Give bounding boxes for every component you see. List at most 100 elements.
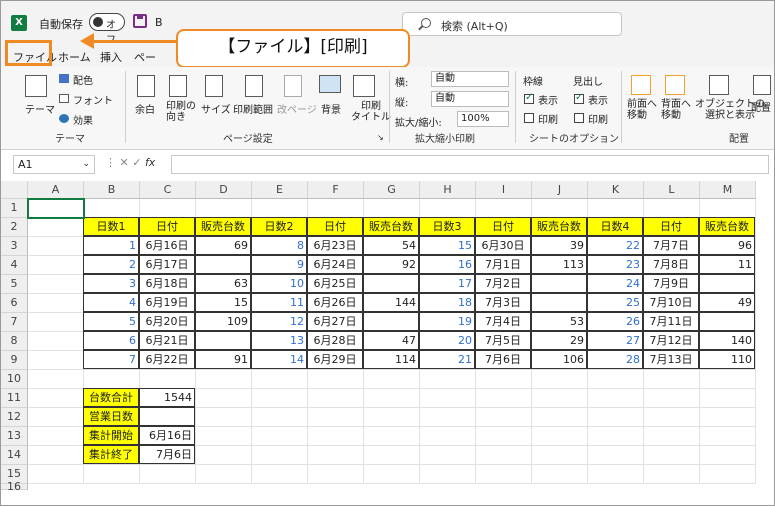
table-header-cell[interactable]: 日数1 <box>83 217 139 236</box>
row-header-1[interactable]: 1 <box>1 199 28 218</box>
table-cell[interactable] <box>195 331 251 350</box>
cell[interactable] <box>700 389 756 408</box>
summary-value[interactable]: 1544 <box>139 388 195 407</box>
column-header-i[interactable]: I <box>476 181 532 199</box>
scale-stepper[interactable]: 100% <box>457 111 509 127</box>
table-cell[interactable]: 53 <box>531 312 587 331</box>
table-header-cell[interactable]: 日付 <box>307 217 363 236</box>
table-cell[interactable]: 47 <box>363 331 419 350</box>
print-area-button[interactable]: 印刷範囲 <box>233 101 273 116</box>
table-cell[interactable]: 6月29日 <box>307 350 363 369</box>
table-cell[interactable]: 7月7日 <box>643 236 699 255</box>
print-titles-button[interactable]: 印刷 タイトル <box>351 101 391 123</box>
table-cell[interactable] <box>699 274 755 293</box>
table-cell[interactable]: 7月3日 <box>475 293 531 312</box>
table-cell[interactable]: 21 <box>419 350 475 369</box>
column-header-m[interactable]: M <box>700 181 756 199</box>
send-backward-button[interactable]: 背面へ 移動 <box>661 99 691 121</box>
table-cell[interactable]: 6月18日 <box>139 274 195 293</box>
row-header-12[interactable]: 12 <box>1 408 28 427</box>
table-cell[interactable]: 10 <box>251 274 307 293</box>
column-header-g[interactable]: G <box>364 181 420 199</box>
table-cell[interactable]: 6月28日 <box>307 331 363 350</box>
table-cell[interactable]: 6月21日 <box>139 331 195 350</box>
table-cell[interactable] <box>363 274 419 293</box>
table-cell[interactable] <box>699 312 755 331</box>
table-header-cell[interactable]: 日数3 <box>419 217 475 236</box>
table-cell[interactable]: 7月9日 <box>643 274 699 293</box>
table-cell[interactable]: 14 <box>251 350 307 369</box>
cell[interactable] <box>588 427 644 446</box>
table-cell[interactable]: 7月2日 <box>475 274 531 293</box>
cell[interactable] <box>308 389 364 408</box>
column-header-c[interactable]: C <box>140 181 196 199</box>
cell[interactable] <box>532 427 588 446</box>
headings-view-checkbox[interactable] <box>574 92 584 104</box>
table-cell[interactable]: 39 <box>531 236 587 255</box>
cell[interactable] <box>644 199 700 218</box>
table-cell[interactable]: 29 <box>531 331 587 350</box>
table-cell[interactable]: 18 <box>419 293 475 312</box>
cell[interactable] <box>532 389 588 408</box>
summary-value[interactable] <box>139 407 195 426</box>
autosave-toggle[interactable]: オフ <box>89 13 125 46</box>
table-cell[interactable]: 24 <box>587 274 643 293</box>
row-header-9[interactable]: 9 <box>1 351 28 370</box>
cell[interactable] <box>476 199 532 218</box>
table-cell[interactable]: 4 <box>83 293 139 312</box>
cell[interactable] <box>364 408 420 427</box>
cell[interactable] <box>588 408 644 427</box>
tab-insert[interactable]: 挿入 <box>100 49 122 65</box>
cell[interactable] <box>252 446 308 465</box>
table-cell[interactable]: 20 <box>419 331 475 350</box>
table-header-cell[interactable]: 日数4 <box>587 217 643 236</box>
width-dropdown[interactable]: 自動 <box>431 71 509 87</box>
table-cell[interactable]: 144 <box>363 293 419 312</box>
cell[interactable] <box>28 218 84 237</box>
cell[interactable] <box>420 408 476 427</box>
cell[interactable] <box>196 370 252 389</box>
table-cell[interactable]: 6月20日 <box>139 312 195 331</box>
cell[interactable] <box>28 275 84 294</box>
cell[interactable] <box>28 237 84 256</box>
margins-button[interactable]: 余白 <box>135 101 155 116</box>
table-header-cell[interactable]: 販売台数 <box>195 217 251 236</box>
table-cell[interactable]: 7月4日 <box>475 312 531 331</box>
table-cell[interactable]: 63 <box>195 274 251 293</box>
table-cell[interactable]: 28 <box>587 350 643 369</box>
cell[interactable] <box>308 370 364 389</box>
table-cell[interactable]: 6月17日 <box>139 255 195 274</box>
table-cell[interactable]: 140 <box>699 331 755 350</box>
column-header-e[interactable]: E <box>252 181 308 199</box>
column-header-d[interactable]: D <box>196 181 252 199</box>
table-header-cell[interactable]: 日付 <box>643 217 699 236</box>
table-cell[interactable] <box>531 274 587 293</box>
table-cell[interactable]: 26 <box>587 312 643 331</box>
table-cell[interactable]: 25 <box>587 293 643 312</box>
cell[interactable] <box>532 199 588 218</box>
table-cell[interactable] <box>363 312 419 331</box>
cell[interactable] <box>420 427 476 446</box>
table-cell[interactable]: 7月5日 <box>475 331 531 350</box>
cell[interactable] <box>196 389 252 408</box>
column-header-b[interactable]: B <box>84 181 140 199</box>
cell[interactable] <box>308 427 364 446</box>
table-cell[interactable]: 6月19日 <box>139 293 195 312</box>
cell[interactable] <box>28 389 84 408</box>
summary-label[interactable]: 集計終了 <box>83 445 139 464</box>
table-cell[interactable]: 6月23日 <box>307 236 363 255</box>
cell[interactable] <box>196 427 252 446</box>
cell[interactable] <box>140 370 196 389</box>
table-cell[interactable]: 92 <box>363 255 419 274</box>
table-cell[interactable]: 15 <box>195 293 251 312</box>
table-header-cell[interactable]: 販売台数 <box>531 217 587 236</box>
table-cell[interactable]: 7月8日 <box>643 255 699 274</box>
cell[interactable] <box>420 199 476 218</box>
cell[interactable] <box>644 465 700 484</box>
row-header-11[interactable]: 11 <box>1 389 28 408</box>
cell[interactable] <box>644 389 700 408</box>
summary-label[interactable]: 台数合計 <box>83 388 139 407</box>
table-cell[interactable]: 69 <box>195 236 251 255</box>
cell[interactable] <box>476 370 532 389</box>
fx-icon[interactable]: fx <box>145 156 155 169</box>
